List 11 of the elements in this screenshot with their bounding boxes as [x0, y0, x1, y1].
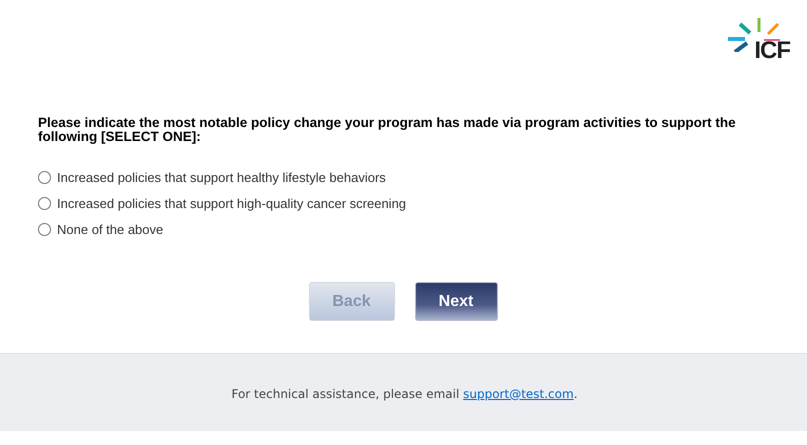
footer-text: For technical assistance, please email support@test.com.	[230, 386, 578, 400]
logo-text: ICF	[754, 40, 790, 62]
next-button[interactable]: Next	[414, 282, 498, 321]
option-label[interactable]: None of the above	[57, 222, 164, 236]
radio-button[interactable]	[38, 222, 51, 236]
option-label[interactable]: Increased policies that support healthy lifestyle behaviors	[57, 170, 386, 184]
radio-button[interactable]	[38, 170, 51, 184]
radio-button[interactable]	[38, 196, 51, 210]
option-label[interactable]: Increased policies that support high-quality cancer screening	[57, 196, 406, 210]
question-text: Please indicate the most notable policy change your program has made via program activities to support the following [SELECT ONE]:	[38, 116, 737, 144]
email-link[interactable]: support@test.com	[463, 386, 574, 400]
